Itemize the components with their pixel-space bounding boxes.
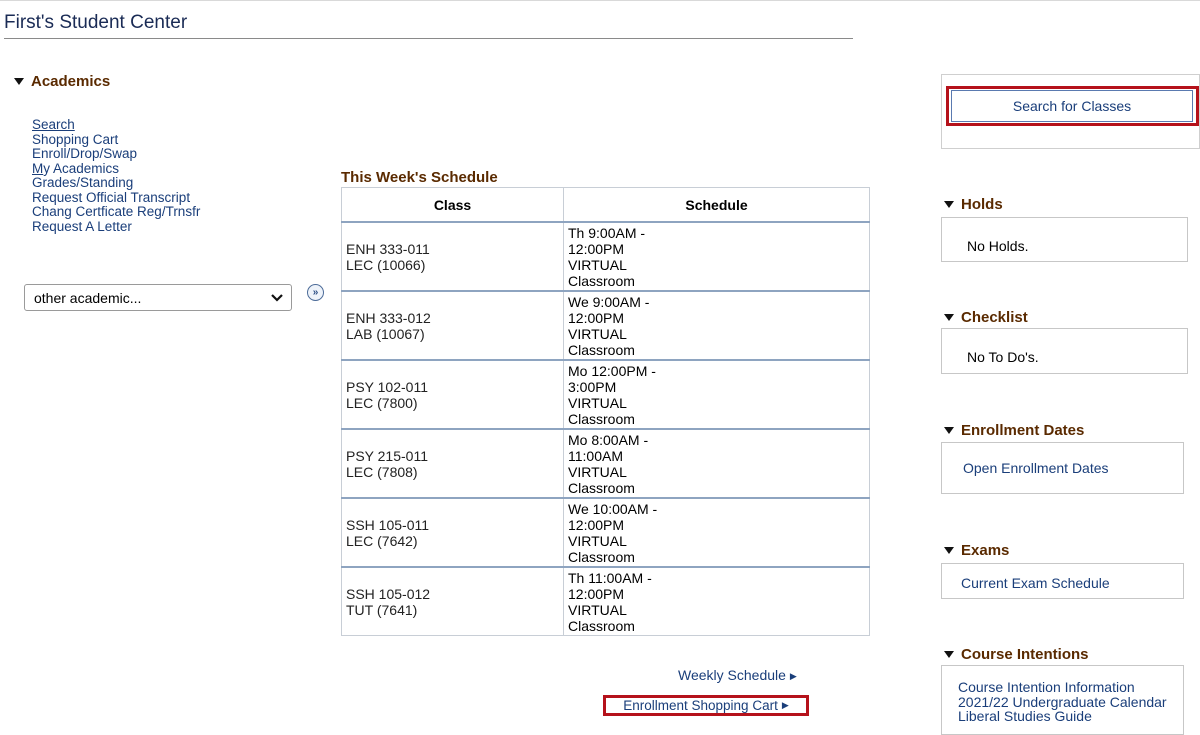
checklist-heading: Checklist [961, 309, 1028, 326]
other-academic-select-value: other academic... [34, 289, 142, 306]
grades-standing-link[interactable]: Grades/Standing [32, 175, 200, 191]
chevron-down-icon [271, 293, 283, 302]
course-intentions-heading: Course Intentions [961, 646, 1089, 663]
table-row: ENH 333-011 LEC (10066) Th 9:00AM -12:00P… [341, 221, 870, 292]
schedule-table: Class Schedule ENH 333-011 LEC (10066) Th… [341, 187, 870, 636]
collapse-triangle-icon [944, 201, 954, 208]
request-letter-link[interactable]: Request A Letter [32, 219, 200, 235]
my-academics-link[interactable]: My Academics [32, 161, 200, 177]
table-row: ENH 333-012 LAB (10067) We 9:00AM -12:00P… [341, 290, 870, 361]
title-divider [4, 38, 853, 39]
collapse-triangle-icon [944, 314, 954, 321]
course-intentions-section-toggle[interactable]: Course Intentions [944, 646, 1089, 663]
class-cell: PSY 215-011 LEC (7808) [341, 428, 564, 499]
search-link[interactable]: Search [32, 117, 200, 133]
holds-section-toggle[interactable]: Holds [944, 196, 1003, 213]
holds-text: No Holds. [967, 238, 1029, 254]
weekly-schedule-link[interactable]: Weekly Schedule ▶ [678, 667, 797, 683]
liberal-studies-guide-link[interactable]: Liberal Studies Guide [958, 709, 1183, 724]
collapse-triangle-icon [944, 547, 954, 554]
checklist-text: No To Do's. [967, 349, 1039, 365]
class-cell: SSH 105-012 TUT (7641) [341, 566, 564, 636]
play-arrow-icon: ▶ [789, 671, 797, 681]
schedule-title: This Week's Schedule [341, 169, 498, 186]
collapse-triangle-icon [14, 78, 24, 85]
exams-box: Current Exam Schedule [941, 563, 1184, 599]
exams-heading: Exams [961, 542, 1010, 559]
class-column-header: Class [341, 187, 564, 223]
schedule-cell: Th 9:00AM -12:00PM VIRTUAL Classroom [563, 221, 870, 292]
play-arrow-icon: ▶ [781, 700, 789, 710]
certificate-reg-link[interactable]: Chang Certficate Reg/Trnsfr [32, 204, 200, 220]
shopping-cart-link[interactable]: Shopping Cart [32, 132, 200, 148]
checklist-box: No To Do's. [941, 328, 1188, 374]
enrollment-dates-heading: Enrollment Dates [961, 422, 1085, 439]
schedule-cell: We 10:00AM -12:00PM VIRTUAL Classroom [563, 497, 870, 568]
undergraduate-calendar-link[interactable]: 2021/22 Undergraduate Calendar [958, 694, 1183, 710]
current-exam-schedule-link[interactable]: Current Exam Schedule [961, 575, 1110, 591]
top-divider [0, 0, 1200, 1]
class-cell: ENH 333-011 LEC (10066) [341, 221, 564, 292]
schedule-cell: Mo 8:00AM -11:00AM VIRTUAL Classroom [563, 428, 870, 499]
academics-heading: Academics [31, 73, 111, 90]
academics-section-toggle[interactable]: Academics [14, 73, 110, 90]
class-cell: PSY 102-011 LEC (7800) [341, 359, 564, 430]
schedule-cell: We 9:00AM -12:00PM VIRTUAL Classroom [563, 290, 870, 361]
double-chevron-right-icon: » [312, 287, 319, 298]
collapse-triangle-icon [944, 651, 954, 658]
table-row: PSY 215-011 LEC (7808) Mo 8:00AM -11:00AM… [341, 428, 870, 499]
other-academic-select[interactable]: other academic... [24, 284, 292, 311]
enrollment-shopping-cart-link[interactable]: Enrollment Shopping Cart ▶ [603, 695, 809, 716]
weekly-schedule-label: Weekly Schedule [678, 667, 786, 683]
table-row: SSH 105-011 LEC (7642) We 10:00AM -12:00P… [341, 497, 870, 568]
page-title: First's Student Center [4, 12, 188, 33]
enroll-drop-swap-link[interactable]: Enroll/Drop/Swap [32, 146, 200, 162]
schedule-cell: Mo 12:00PM -3:00PM VIRTUAL Classroom [563, 359, 870, 430]
enrollment-shopping-cart-label: Enrollment Shopping Cart [623, 698, 778, 713]
course-intentions-box: Course Intention Information 2021/22 Und… [941, 665, 1184, 735]
table-row: SSH 105-012 TUT (7641) Th 11:00AM -12:00P… [341, 566, 870, 636]
enrollment-dates-section-toggle[interactable]: Enrollment Dates [944, 422, 1084, 439]
course-intention-info-link[interactable]: Course Intention Information [958, 680, 1183, 695]
schedule-column-header: Schedule [563, 187, 870, 223]
request-transcript-link[interactable]: Request Official Transcript [32, 190, 200, 206]
table-header-row: Class Schedule [341, 187, 870, 223]
table-row: PSY 102-011 LEC (7800) Mo 12:00PM -3:00PM… [341, 359, 870, 430]
exams-section-toggle[interactable]: Exams [944, 542, 1009, 559]
holds-box: No Holds. [941, 217, 1188, 262]
schedule-cell: Th 11:00AM -12:00PM VIRTUAL Classroom [563, 566, 870, 636]
checklist-section-toggle[interactable]: Checklist [944, 309, 1028, 326]
collapse-triangle-icon [944, 427, 954, 434]
go-button[interactable]: » [307, 284, 324, 301]
open-enrollment-dates-link[interactable]: Open Enrollment Dates [963, 460, 1109, 476]
academics-links: Search Shopping Cart Enroll/Drop/Swap My… [32, 117, 200, 235]
holds-heading: Holds [961, 196, 1003, 213]
class-cell: ENH 333-012 LAB (10067) [341, 290, 564, 361]
enrollment-dates-box: Open Enrollment Dates [941, 442, 1184, 494]
class-cell: SSH 105-011 LEC (7642) [341, 497, 564, 568]
search-for-classes-button[interactable]: Search for Classes [951, 90, 1193, 122]
